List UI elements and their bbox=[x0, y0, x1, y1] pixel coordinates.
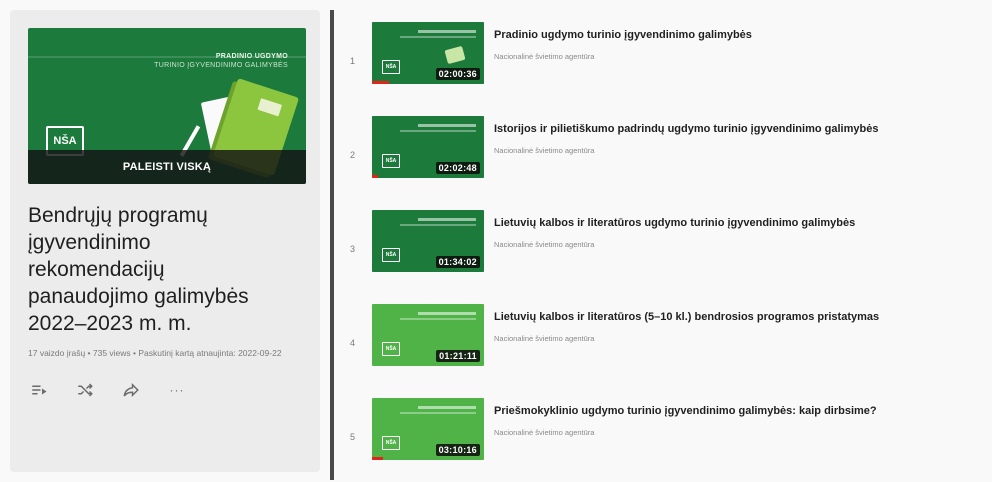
video-channel[interactable]: Nacionalinė švietimo agentūra bbox=[494, 240, 990, 249]
add-to-queue-icon bbox=[32, 385, 47, 395]
watch-progress-bar bbox=[372, 175, 378, 178]
thumbnail-text-line bbox=[400, 318, 476, 320]
video-title[interactable]: Pradinio ugdymo turinio įgyvendinimo gal… bbox=[494, 28, 990, 42]
thumbnail-illustration bbox=[444, 45, 466, 65]
video-row[interactable]: 1 NŠA 02:00:36 Pradinio ugdymo turinio į… bbox=[350, 22, 990, 116]
thumbnail-text-line bbox=[418, 406, 476, 409]
video-index: 4 bbox=[350, 338, 356, 348]
more-button[interactable]: ··· bbox=[166, 379, 188, 401]
video-info: Lietuvių kalbos ir literatūros (5–10 kl.… bbox=[494, 304, 990, 343]
video-channel[interactable]: Nacionalinė švietimo agentūra bbox=[494, 428, 990, 437]
video-info: Priešmokyklinio ugdymo turinio įgyvendin… bbox=[494, 398, 990, 437]
shuffle-icon bbox=[78, 383, 93, 397]
video-row[interactable]: 5 NŠA 03:10:16 Priešmokyklinio ugdymo tu… bbox=[350, 398, 990, 482]
add-to-queue-button[interactable] bbox=[28, 379, 50, 401]
thumbnail-text-line bbox=[418, 312, 476, 315]
thumbnail-text-line bbox=[418, 30, 476, 33]
thumbnail-text-line bbox=[400, 224, 476, 226]
video-duration: 02:00:36 bbox=[435, 68, 480, 80]
video-info: Lietuvių kalbos ir literatūros ugdymo tu… bbox=[494, 210, 990, 249]
video-thumbnail[interactable]: NŠA 01:21:11 bbox=[372, 304, 484, 366]
thumbnail-kicker: PRADINIO UGDYMO TURINIO ĮGYVENDINIMO GAL… bbox=[98, 52, 288, 70]
playlist-meta: 17 vaizdo įrašų • 735 views • Paskutinį … bbox=[28, 348, 282, 358]
video-row[interactable]: 4 NŠA 01:21:11 Lietuvių kalbos ir litera… bbox=[350, 304, 990, 398]
video-channel[interactable]: Nacionalinė švietimo agentūra bbox=[494, 52, 990, 61]
more-icon: ··· bbox=[169, 383, 185, 397]
video-channel[interactable]: Nacionalinė švietimo agentūra bbox=[494, 334, 990, 343]
video-duration: 01:34:02 bbox=[435, 256, 480, 268]
video-thumbnail[interactable]: NŠA 02:00:36 bbox=[372, 22, 484, 84]
video-thumbnail[interactable]: NŠA 03:10:16 bbox=[372, 398, 484, 460]
playlist-thumbnail[interactable]: PRADINIO UGDYMO TURINIO ĮGYVENDINIMO GAL… bbox=[28, 28, 306, 184]
thumbnail-text-line bbox=[400, 36, 476, 38]
thumbnail-text-line bbox=[418, 218, 476, 221]
video-index: 1 bbox=[350, 56, 356, 66]
thumbnail-kicker-sub: TURINIO ĮGYVENDINIMO GALIMYBĖS bbox=[154, 62, 288, 69]
thumbnail-text-line bbox=[400, 130, 476, 132]
thumbnail-text-line bbox=[418, 124, 476, 127]
panel-divider bbox=[330, 10, 334, 480]
shuffle-button[interactable] bbox=[74, 379, 96, 401]
nsa-logo: NŠA bbox=[382, 60, 400, 74]
video-row[interactable]: 2 NŠA 02:02:48 Istorijos ir pilietiškumo… bbox=[350, 116, 990, 210]
video-channel[interactable]: Nacionalinė švietimo agentūra bbox=[494, 146, 990, 155]
thumbnail-kicker-main: PRADINIO UGDYMO bbox=[215, 53, 288, 60]
playlist-title: Bendrųjų programų įgyvendinimo rekomenda… bbox=[28, 204, 249, 335]
video-info: Pradinio ugdymo turinio įgyvendinimo gal… bbox=[494, 22, 990, 61]
playlist-header-panel: PRADINIO UGDYMO TURINIO ĮGYVENDINIMO GAL… bbox=[10, 10, 320, 472]
nsa-logo: NŠA bbox=[382, 154, 400, 168]
video-row[interactable]: 3 NŠA 01:34:02 Lietuvių kalbos ir litera… bbox=[350, 210, 990, 304]
video-title[interactable]: Istorijos ir pilietiškumo padrindų ugdym… bbox=[494, 122, 990, 136]
share-button[interactable] bbox=[120, 379, 142, 401]
nsa-logo: NŠA bbox=[382, 436, 400, 450]
play-all-button[interactable]: PALEISTI VISKĄ bbox=[28, 150, 306, 184]
video-duration: 01:21:11 bbox=[436, 350, 480, 362]
video-info: Istorijos ir pilietiškumo padrindų ugdym… bbox=[494, 116, 990, 155]
nsa-logo: NŠA bbox=[382, 248, 400, 262]
video-index: 3 bbox=[350, 244, 356, 254]
video-duration: 03:10:16 bbox=[435, 444, 480, 456]
video-index: 5 bbox=[350, 432, 356, 442]
video-duration: 02:02:48 bbox=[435, 162, 480, 174]
video-index: 2 bbox=[350, 150, 356, 160]
nsa-logo: NŠA bbox=[382, 342, 400, 356]
video-title[interactable]: Priešmokyklinio ugdymo turinio įgyvendin… bbox=[494, 404, 990, 418]
share-icon bbox=[123, 382, 139, 398]
video-list: 1 NŠA 02:00:36 Pradinio ugdymo turinio į… bbox=[350, 22, 990, 482]
page: PRADINIO UGDYMO TURINIO ĮGYVENDINIMO GAL… bbox=[0, 0, 992, 482]
watch-progress-bar bbox=[372, 81, 389, 84]
video-thumbnail[interactable]: NŠA 01:34:02 bbox=[372, 210, 484, 272]
video-title[interactable]: Lietuvių kalbos ir literatūros ugdymo tu… bbox=[494, 216, 990, 230]
thumbnail-text-line bbox=[400, 412, 476, 414]
watch-progress-bar bbox=[372, 457, 384, 460]
playlist-actions: ··· bbox=[28, 379, 302, 401]
video-thumbnail[interactable]: NŠA 02:02:48 bbox=[372, 116, 484, 178]
video-title[interactable]: Lietuvių kalbos ir literatūros (5–10 kl.… bbox=[494, 310, 990, 324]
